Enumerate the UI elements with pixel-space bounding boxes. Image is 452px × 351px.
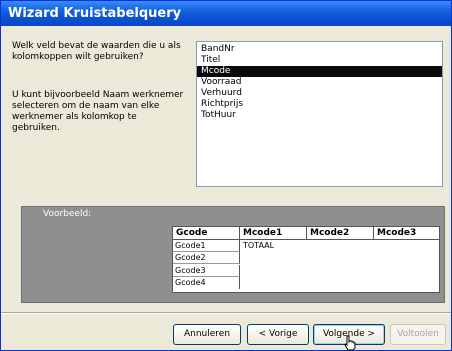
preview-header-gcode: Gcode [173, 227, 240, 240]
preview-label: Voorbeeld: [43, 209, 92, 219]
preview-header-mcode2: Mcode2 [307, 227, 374, 240]
back-button[interactable]: < Vorige [247, 324, 309, 345]
finish-button[interactable]: Voltooien [390, 324, 446, 345]
preview-grid: Gcode Mcode1 Mcode2 Mcode3 Gcode1 Gcode2… [172, 226, 440, 293]
preview-panel: Voorbeeld: Gcode Mcode1 Mcode2 Mcode3 Gc… [21, 206, 445, 303]
cancel-button[interactable]: Annuleren [173, 324, 241, 345]
preview-row-gcode2: Gcode2 [173, 252, 240, 264]
preview-row-gcode3: Gcode3 [173, 265, 240, 277]
preview-total-cell: TOTAAL [243, 241, 275, 250]
hand-cursor-icon [344, 335, 356, 351]
question-text: Welk veld bevat de waarden die u als kol… [12, 41, 181, 62]
field-item-titel[interactable]: Titel [197, 55, 442, 66]
preview-header-mcode3: Mcode3 [374, 227, 440, 240]
preview-header-mcode1: Mcode1 [240, 227, 307, 240]
field-item-mcode[interactable]: Mcode [197, 66, 442, 77]
field-item-verhuurd[interactable]: Verhuurd [197, 88, 442, 99]
preview-row-gcode1: Gcode1 [173, 240, 240, 252]
button-separator [1, 312, 451, 314]
preview-row-gcode4: Gcode4 [173, 277, 240, 289]
field-item-tothuur[interactable]: TotHuur [197, 110, 442, 121]
wizard-window: Wizard Kruistabelquery Welk veld bevat d… [0, 0, 452, 351]
field-listbox[interactable]: BandNr Titel Mcode Voorraad Verhuurd Ric… [196, 41, 443, 187]
field-item-richtprijs[interactable]: Richtprijs [197, 99, 442, 110]
field-item-voorraad[interactable]: Voorraad [197, 77, 442, 88]
field-item-bandnr[interactable]: BandNr [197, 44, 442, 55]
title-bar[interactable]: Wizard Kruistabelquery [1, 1, 451, 26]
hint-text: U kunt bijvoorbeeld Naam werknemer selec… [12, 90, 184, 133]
window-title: Wizard Kruistabelquery [8, 6, 182, 21]
